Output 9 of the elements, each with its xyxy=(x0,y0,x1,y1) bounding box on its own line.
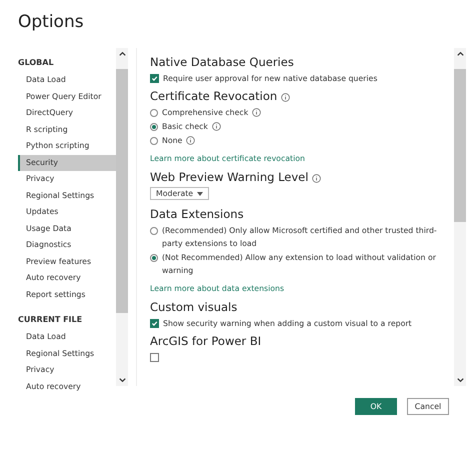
window-title: Options xyxy=(18,12,85,32)
group-heading: GLOBAL xyxy=(18,58,55,67)
section-title: Data Extensions xyxy=(150,207,244,221)
group-heading: CURRENT FILE xyxy=(18,315,84,324)
section-title: Web Preview Warning Level xyxy=(150,170,308,184)
section-title: Certificate Revocation xyxy=(150,89,278,103)
section-title: ArcGIS for Power BI xyxy=(150,334,262,348)
section-title: Native Database Queries xyxy=(150,55,294,69)
section-title: Custom visuals xyxy=(150,300,238,314)
